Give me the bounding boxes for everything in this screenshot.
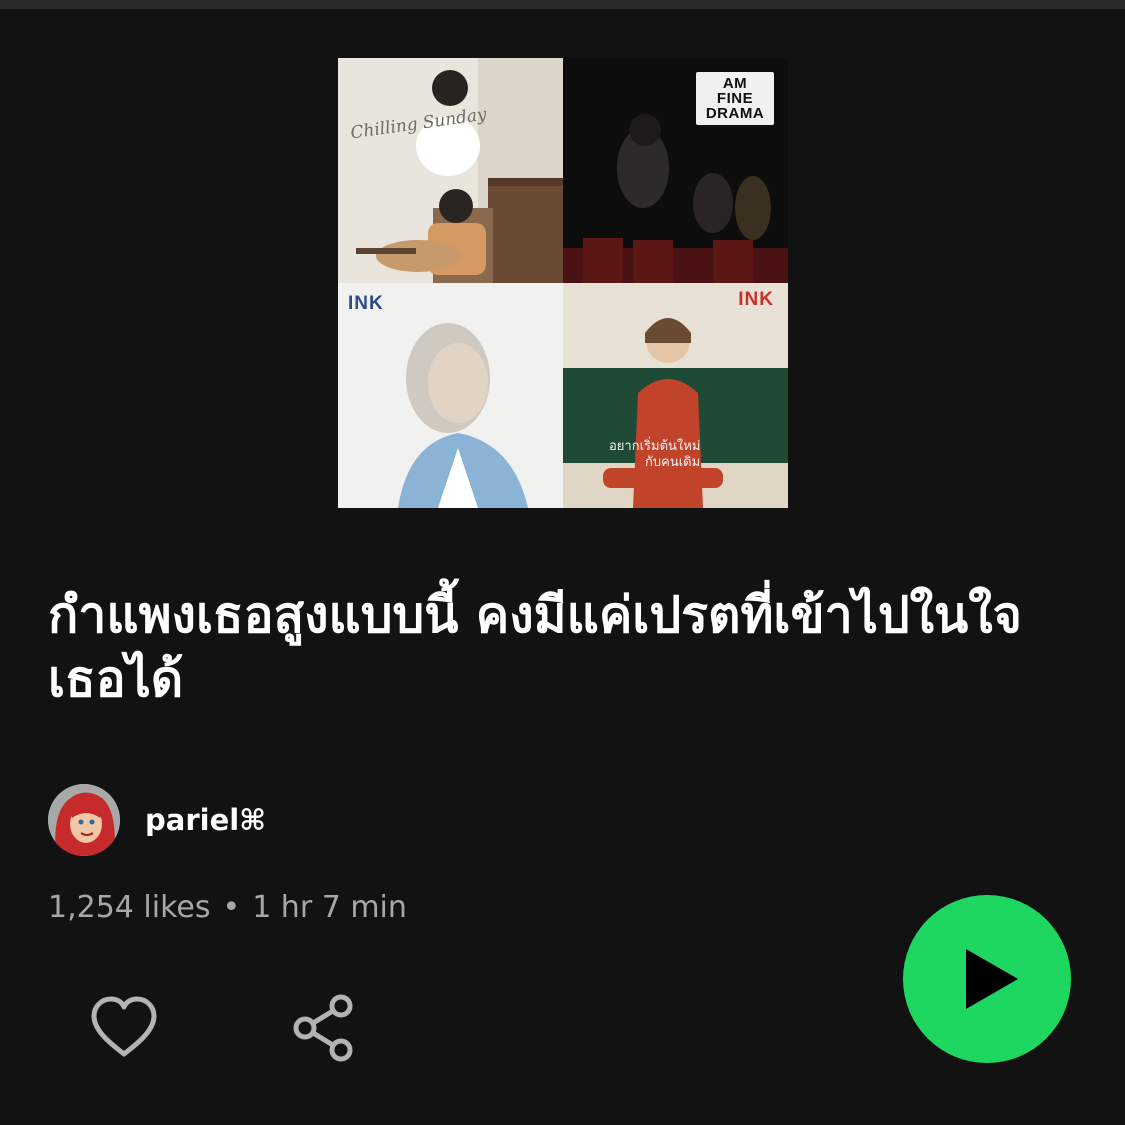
share-icon (293, 994, 353, 1062)
playlist-meta: 1,254 likes • 1 hr 7 min (48, 890, 407, 925)
ink-red-suit-artwork (563, 283, 788, 508)
album-caption: อยากเริ่มต้นใหม่ กับคนเดิม (609, 439, 701, 470)
like-button[interactable] (86, 990, 162, 1066)
ink-portrait-artwork (338, 283, 563, 508)
avatar[interactable] (48, 784, 120, 856)
ink-logo: INK (348, 293, 384, 314)
owner-name[interactable]: pariel⌘ (145, 803, 266, 837)
am-fine-drama-cover: AM FINE DRAMA (563, 58, 788, 283)
chilling-sunday-cover: Chilling Sunday (338, 58, 563, 283)
ink-logo: INK (738, 289, 774, 310)
chilling-sunday-artwork (338, 58, 563, 283)
play-button[interactable] (903, 895, 1071, 1063)
am-fine-drama-logo: AM FINE DRAMA (696, 72, 774, 125)
playlist-title: กำแพงเธอสูงแบบนี้ คงมีแค่เปรตที่เข้าไปใน… (48, 586, 1022, 708)
status-bar-edge (0, 0, 1125, 9)
play-icon (966, 949, 1018, 1009)
share-button[interactable] (285, 990, 361, 1066)
playlist-cover-mosaic: Chilling Sunday AM FINE DRAMA INK INK อย… (338, 58, 788, 508)
avatar-image (48, 784, 120, 856)
heart-icon (91, 996, 157, 1057)
ink-red-suit-cover: INK อยากเริ่มต้นใหม่ กับคนเดิม (563, 283, 788, 508)
playlist-duration: 1 hr 7 min (252, 890, 407, 925)
meta-separator: • (222, 890, 241, 925)
playlist-owner[interactable]: pariel⌘ (48, 784, 266, 856)
likes-count: 1,254 likes (48, 890, 211, 925)
ink-portrait-cover: INK (338, 283, 563, 508)
